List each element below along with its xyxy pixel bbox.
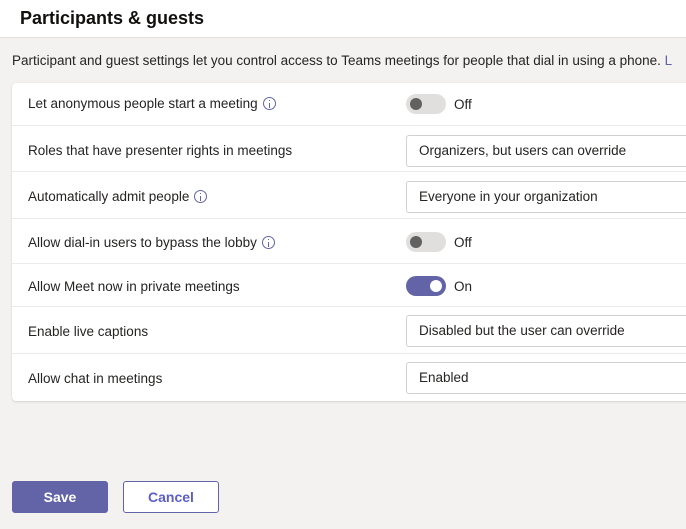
toggle-knob [410, 98, 422, 110]
auto-admit-dropdown[interactable]: Everyone in your organization [406, 181, 686, 213]
setting-label: Roles that have presenter rights in meet… [28, 143, 293, 158]
settings-card: Let anonymous people start a meeting Off… [12, 83, 686, 401]
save-button[interactable]: Save [12, 481, 108, 513]
toggle-knob [410, 236, 422, 248]
page-header: Participants & guests [0, 0, 686, 38]
setting-row-dialin-bypass: Allow dial-in users to bypass the lobby … [12, 219, 686, 264]
live-captions-dropdown[interactable]: Disabled but the user can override [406, 315, 686, 347]
setting-label: Allow Meet now in private meetings [28, 279, 240, 294]
dialin-bypass-toggle[interactable] [406, 232, 446, 252]
chat-dropdown[interactable]: Enabled [406, 362, 686, 394]
setting-row-chat: Allow chat in meetings Enabled [12, 354, 686, 401]
description-text: Participant and guest settings let you c… [12, 53, 661, 68]
setting-row-presenter-rights: Roles that have presenter rights in meet… [12, 126, 686, 172]
setting-label: Automatically admit people [28, 189, 208, 204]
setting-label: Allow dial-in users to bypass the lobby [28, 235, 275, 250]
setting-label: Let anonymous people start a meeting [28, 96, 276, 111]
toggle-state-text: Off [454, 96, 472, 112]
setting-row-live-captions: Enable live captions Disabled but the us… [12, 307, 686, 354]
toggle-knob [430, 280, 442, 292]
setting-row-anonymous-start: Let anonymous people start a meeting Off [12, 83, 686, 126]
toggle-state-text: Off [454, 234, 472, 250]
setting-row-auto-admit: Automatically admit people Everyone in y… [12, 172, 686, 219]
setting-label: Allow chat in meetings [28, 371, 163, 386]
info-icon[interactable] [261, 236, 275, 249]
setting-label: Enable live captions [28, 324, 149, 339]
meet-now-toggle[interactable] [406, 276, 446, 296]
learn-more-link[interactable]: L [665, 53, 673, 68]
cancel-button[interactable]: Cancel [123, 481, 219, 513]
setting-row-meet-now: Allow Meet now in private meetings On [12, 264, 686, 307]
presenter-rights-dropdown[interactable]: Organizers, but users can override [406, 135, 686, 167]
anonymous-start-toggle[interactable] [406, 94, 446, 114]
info-icon[interactable] [262, 97, 276, 110]
page-description: Participant and guest settings let you c… [12, 53, 672, 68]
anonymous-start-toggle-group: Off [406, 94, 472, 114]
dialin-bypass-toggle-group: Off [406, 232, 472, 252]
page-title: Participants & guests [20, 8, 205, 28]
toggle-state-text: On [454, 278, 473, 294]
meet-now-toggle-group: On [406, 276, 472, 296]
info-icon[interactable] [194, 190, 208, 203]
